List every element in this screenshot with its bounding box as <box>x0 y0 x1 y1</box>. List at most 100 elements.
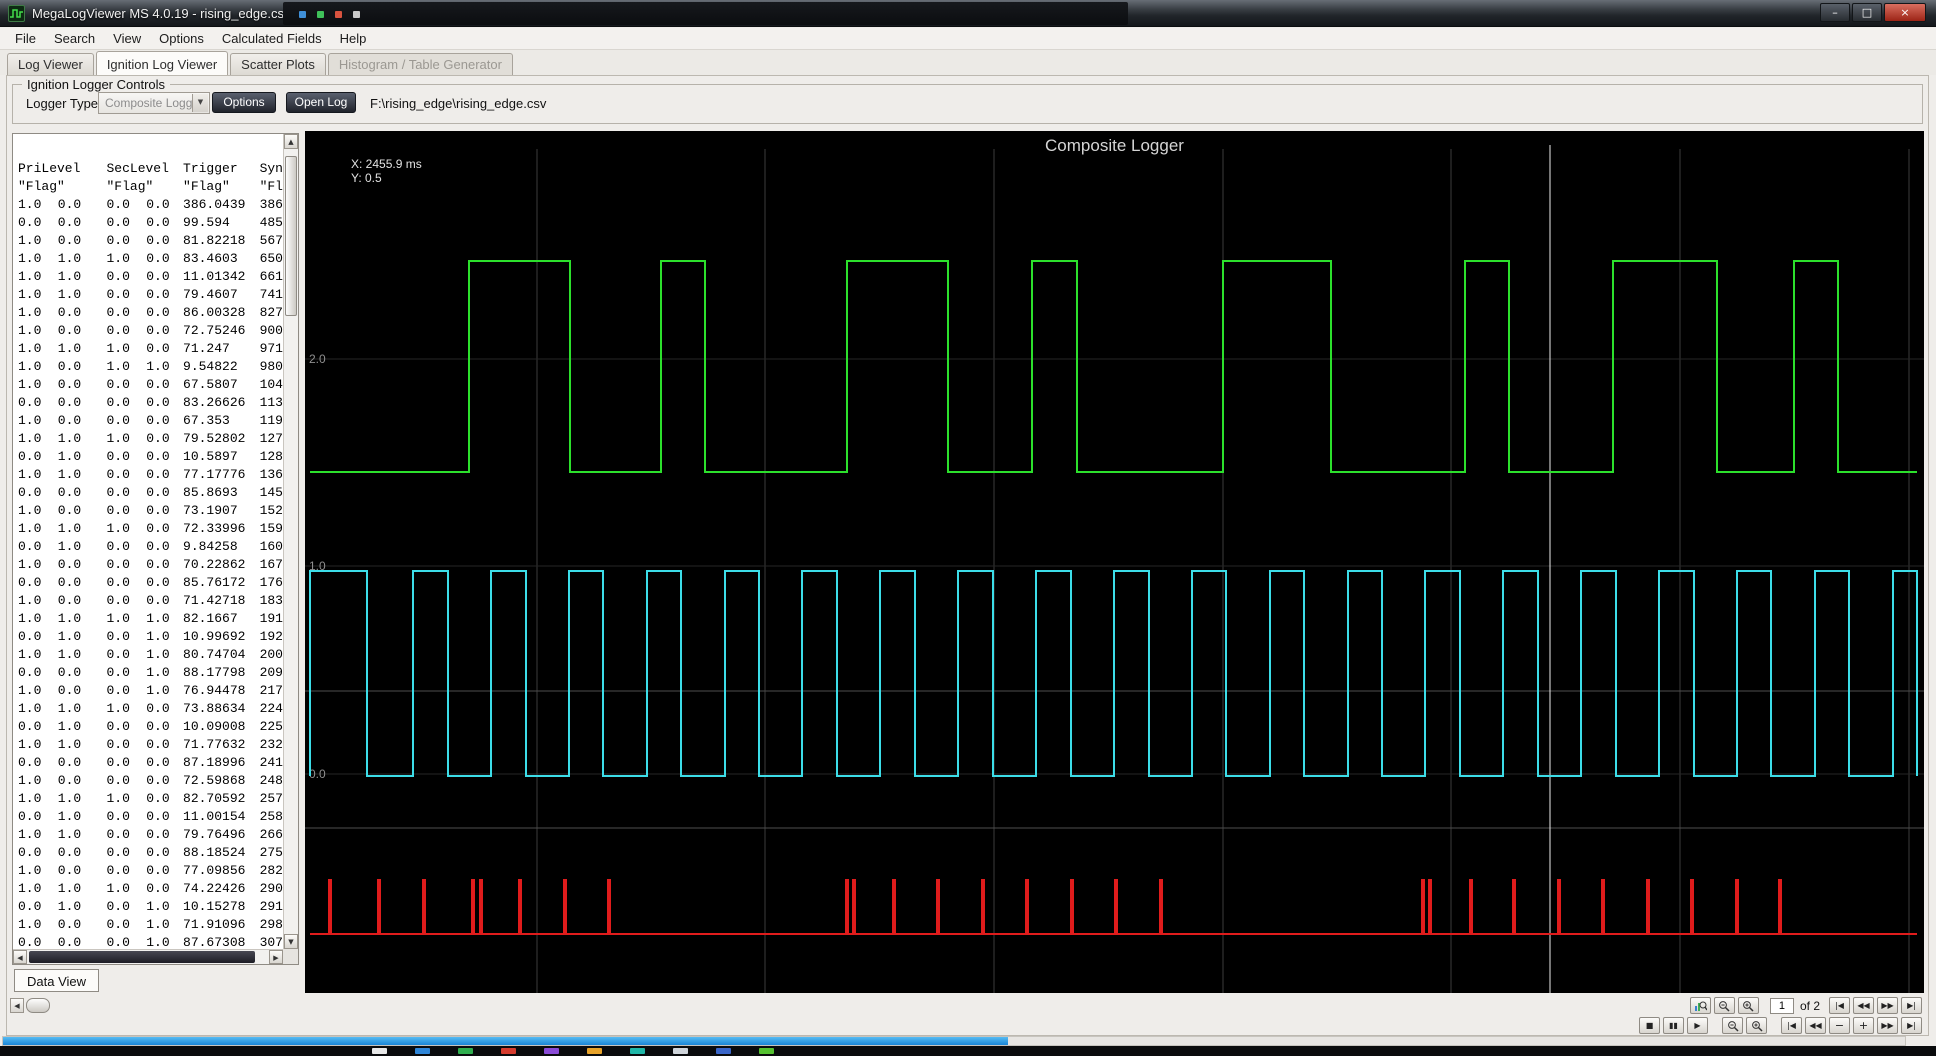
waveform-svg[interactable]: 2.01.00.0 <box>305 131 1924 993</box>
thumbnail-speck <box>335 11 342 18</box>
tab-ignition-log-viewer[interactable]: Ignition Log Viewer <box>95 51 229 75</box>
taskbar-icon[interactable] <box>501 1048 516 1054</box>
table-row: 1.0 0.0 0.0 0.0 72.75246 900 <box>18 323 283 338</box>
scroll-up-icon[interactable]: ▲ <box>284 134 298 149</box>
step-back-button[interactable]: − <box>1829 1017 1850 1034</box>
options-button[interactable]: Options <box>212 92 276 113</box>
table-row: 1.0 0.0 0.0 0.0 71.42718 183 <box>18 593 283 608</box>
taskbar-icon[interactable] <box>716 1048 731 1054</box>
taskbar-icon[interactable] <box>673 1048 688 1054</box>
vertical-scrollbar-thumb[interactable] <box>285 156 297 316</box>
close-button[interactable]: × <box>1884 3 1926 22</box>
menu-options[interactable]: Options <box>150 29 213 48</box>
bottom-left-scrollbar-thumb[interactable] <box>26 998 50 1013</box>
table-row: 1.0 1.0 0.0 0.0 79.4607 741 <box>18 287 283 302</box>
fast-forward-button[interactable]: ▶▶ <box>1877 1017 1898 1034</box>
table-row: 1.0 0.0 0.0 0.0 70.22862 167 <box>18 557 283 572</box>
taskbar <box>0 1046 1936 1056</box>
table-row: 0.0 0.0 0.0 0.0 88.18524 275 <box>18 845 283 860</box>
zoom-out-icon[interactable] <box>1713 997 1735 1014</box>
last-page-button[interactable]: ▶| <box>1901 997 1922 1014</box>
thumbnail-speck <box>299 11 306 18</box>
pause-button[interactable]: ▮▮ <box>1663 1017 1684 1034</box>
taskbar-icon[interactable] <box>458 1048 473 1054</box>
horizontal-scrollbar[interactable] <box>2 1036 1906 1046</box>
logger-type-value: Composite Logger <box>105 96 204 110</box>
taskbar-icon[interactable] <box>587 1048 602 1054</box>
table-row: 1.0 0.0 0.0 0.0 72.59868 248 <box>18 773 283 788</box>
chevron-down-icon[interactable]: ▼ <box>192 94 208 112</box>
column-subheader: "Flag" <box>106 179 154 194</box>
taskbar-icon[interactable] <box>544 1048 559 1054</box>
skip-start-button[interactable]: |◀ <box>1781 1017 1802 1034</box>
minimize-button[interactable]: – <box>1820 3 1850 22</box>
tab-scatter-plots[interactable]: Scatter Plots <box>230 53 326 75</box>
horizontal-scrollbar-thumb[interactable] <box>3 1037 1008 1045</box>
window-title: MegaLogViewer MS 4.0.19 - rising_edge.cs… <box>32 6 291 21</box>
bottom-left-scrollbar[interactable]: ◀ <box>10 998 50 1013</box>
open-log-button[interactable]: Open Log <box>286 92 356 113</box>
zoom-in-icon[interactable] <box>1746 1017 1767 1034</box>
controls-group-label: Ignition Logger Controls <box>22 77 171 92</box>
taskbar-icon[interactable] <box>415 1048 430 1054</box>
table-row: 0.0 0.0 0.0 1.0 88.17798 209 <box>18 665 283 680</box>
column-subheader: "Flag" <box>18 179 65 194</box>
logger-type-select[interactable]: Composite Logger ▼ <box>98 92 210 114</box>
first-page-button[interactable]: |◀ <box>1829 997 1850 1014</box>
table-row: 0.0 0.0 0.0 0.0 99.594 485 <box>18 215 283 230</box>
menu-calculated-fields[interactable]: Calculated Fields <box>213 29 331 48</box>
table-row: 0.0 1.0 0.0 0.0 11.00154 258 <box>18 809 283 824</box>
horizontal-table-scrollbar-thumb[interactable] <box>29 951 255 963</box>
table-header-row: PriLevel SecLevel Trigger Syn <box>18 160 283 178</box>
rewind-button[interactable]: ◀◀ <box>1805 1017 1826 1034</box>
zoom-region-icon[interactable] <box>1689 997 1711 1014</box>
menu-view[interactable]: View <box>104 29 150 48</box>
tab-histogram-table-generator: Histogram / Table Generator <box>327 53 513 75</box>
play-button[interactable]: ▶ <box>1687 1017 1708 1034</box>
taskbar-icon[interactable] <box>630 1048 645 1054</box>
menu-search[interactable]: Search <box>45 29 104 48</box>
scroll-right-icon[interactable]: ▶ <box>269 950 283 964</box>
prev-page-button[interactable]: ◀◀ <box>1853 997 1874 1014</box>
column-header: Trigger <box>183 161 238 176</box>
vertical-scrollbar[interactable]: ▲ ▼ <box>283 134 298 949</box>
table-row: 1.0 1.0 1.0 1.0 82.1667 191 <box>18 611 283 626</box>
zoom-out-icon[interactable] <box>1722 1017 1743 1034</box>
column-subheader: "Fl <box>259 179 283 194</box>
column-header: SecLevel <box>106 161 169 176</box>
tab-data-view[interactable]: Data View <box>14 969 100 992</box>
tab-log-viewer[interactable]: Log Viewer <box>7 53 94 75</box>
cursor-readout: X: 2455.9 ms Y: 0.5 <box>351 157 422 185</box>
cursor-y-value: Y: 0.5 <box>351 171 382 185</box>
stop-button[interactable]: ■ <box>1639 1017 1660 1034</box>
table-row: 1.0 0.0 0.0 0.0 81.82218 567 <box>18 233 283 248</box>
scroll-left-icon[interactable]: ◀ <box>10 998 24 1013</box>
page-number-input[interactable] <box>1769 997 1794 1014</box>
skip-end-button[interactable]: ▶| <box>1901 1017 1922 1034</box>
table-row: 1.0 1.0 1.0 0.0 83.4603 650 <box>18 251 283 266</box>
scroll-down-icon[interactable]: ▼ <box>284 934 298 949</box>
table-row: 1.0 1.0 1.0 0.0 79.52802 127 <box>18 431 283 446</box>
scroll-left-icon[interactable]: ◀ <box>13 950 27 964</box>
taskbar-icon[interactable] <box>759 1048 774 1054</box>
title-bar[interactable]: MegaLogViewer MS 4.0.19 - rising_edge.cs… <box>0 0 1936 27</box>
table-row: 1.0 1.0 1.0 0.0 73.88634 224 <box>18 701 283 716</box>
menu-bar: File Search View Options Calculated Fiel… <box>0 28 1936 50</box>
menu-file[interactable]: File <box>6 29 45 48</box>
next-page-button[interactable]: ▶▶ <box>1877 997 1898 1014</box>
table-row: 0.0 1.0 0.0 0.0 9.84258 160 <box>18 539 283 554</box>
horizontal-table-scrollbar[interactable]: ◀ ▶ <box>13 949 283 964</box>
table-row: 0.0 0.0 0.0 0.0 85.76172 176 <box>18 575 283 590</box>
thumbnail-speck <box>353 11 360 18</box>
table-row: 1.0 0.0 0.0 0.0 386.0439 386 <box>18 197 283 212</box>
table-row: 1.0 0.0 1.0 1.0 9.54822 980 <box>18 359 283 374</box>
zoom-in-icon[interactable] <box>1737 997 1759 1014</box>
step-forward-button[interactable]: + <box>1853 1017 1874 1034</box>
table-row: 1.0 1.0 1.0 0.0 71.247 971 <box>18 341 283 356</box>
maximize-button[interactable]: □ <box>1852 3 1882 22</box>
menu-help[interactable]: Help <box>331 29 376 48</box>
title-bar-inset <box>283 2 1128 25</box>
taskbar-icon[interactable] <box>372 1048 387 1054</box>
composite-logger-chart[interactable]: 2.0 1.0 0.0 Composite Logger X: 2455.9 ms … <box>305 131 1924 993</box>
tab-bar: Log Viewer Ignition Log Viewer Scatter P… <box>0 50 1936 75</box>
